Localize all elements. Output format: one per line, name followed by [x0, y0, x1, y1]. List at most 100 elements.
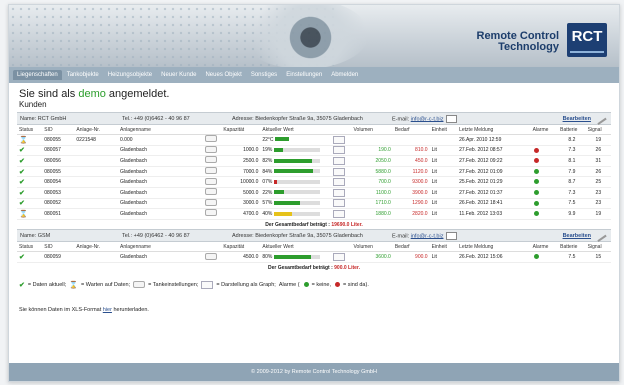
- login-message: Sie sind als demo angemeldet.: [19, 88, 611, 100]
- graph-icon[interactable]: [332, 167, 345, 176]
- kapazitaet-cell: 3000.0: [221, 198, 261, 210]
- column-header: SID: [42, 242, 75, 253]
- edit-link[interactable]: Bearbeiten: [563, 233, 591, 239]
- nav-item[interactable]: Einstellungen: [282, 70, 326, 80]
- table-header: Status SID Anlage-Nr. Anlagenname Kapazität A…: [17, 125, 611, 135]
- total-row: Der Gesamtbedarf beträgt : 19690.0 Liter…: [17, 219, 611, 229]
- graph-icon[interactable]: [332, 156, 345, 165]
- tank-icon[interactable]: [204, 135, 217, 143]
- nav-item[interactable]: Liegenschaften: [13, 70, 62, 80]
- pencil-icon[interactable]: [593, 229, 607, 243]
- header-banner: Remote Control Technology RCT: [9, 5, 619, 67]
- alarm-dot-icon: [533, 168, 539, 174]
- total-row: Der Gesamtbedarf beträgt : 900.0 Liter.: [17, 262, 611, 272]
- total-label: Der Gesamtbedarf beträgt :: [268, 264, 333, 271]
- percent-value: 22%: [262, 189, 273, 196]
- tank-icon[interactable]: [204, 209, 217, 217]
- letzte-meldung-cell: 27.Feb. 2012 08:57: [457, 145, 531, 157]
- brand-line2: Technology: [498, 41, 559, 53]
- tank-icon[interactable]: [204, 167, 217, 175]
- table-row: ✔ 080056 Gladenbach 2500.0 82% 2050.0 45…: [17, 155, 611, 167]
- check-icon: ✔: [19, 157, 25, 165]
- envelope-icon[interactable]: [446, 231, 458, 240]
- total-value: 900.0 Liter.: [334, 264, 360, 271]
- banner-eye-image: [239, 5, 369, 67]
- sid-cell: 080055: [42, 134, 75, 146]
- legend-aktuell: = Daten aktuell;: [27, 281, 67, 288]
- column-header: [330, 242, 352, 253]
- table-row: ✔ 080054 Gladenbach 10000.0 07% 700.0 93…: [17, 176, 611, 188]
- column-header: Signal: [585, 242, 611, 253]
- tank-icon[interactable]: [204, 145, 217, 153]
- tank-settings-cell: [202, 187, 222, 199]
- column-header: SID: [42, 125, 75, 135]
- volumen-cell: [351, 134, 393, 146]
- column-header: Batterie: [558, 125, 586, 135]
- sid-cell: 080051: [42, 208, 75, 220]
- column-header: Bedarf: [392, 242, 430, 253]
- graph-icon[interactable]: [332, 178, 345, 187]
- bedarf-cell: [392, 134, 430, 146]
- alarm-cell: [530, 198, 559, 210]
- kapazitaet-cell: 5000.0: [221, 187, 261, 199]
- table-row: ✔ 080057 Gladenbach 1000.0 19% 190.0 810…: [17, 145, 611, 157]
- graph-icon[interactable]: [332, 146, 345, 155]
- signal-cell: 15: [585, 251, 611, 263]
- anlagenname-cell: Gladenbach: [118, 166, 203, 178]
- legend-alarme: Alarme (: [278, 281, 300, 288]
- signal-cell: 23: [585, 187, 611, 199]
- bedarf-cell: 1120.0: [392, 166, 430, 178]
- pencil-icon[interactable]: [593, 111, 607, 126]
- level-bar: [273, 254, 320, 259]
- email-link[interactable]: info@r-c-t.biz: [411, 233, 444, 239]
- alarm-dot-icon: [533, 147, 539, 153]
- logo-text: RCT: [571, 28, 603, 45]
- tank-icon[interactable]: [204, 198, 217, 206]
- bedarf-cell: 9300.0: [392, 176, 430, 188]
- tank-settings-cell: [202, 208, 222, 220]
- graph-cell: [330, 166, 352, 178]
- legend-sind: = sind da).: [343, 281, 369, 288]
- graph-icon[interactable]: [332, 135, 345, 144]
- column-header: Einheit: [429, 125, 458, 135]
- graph-icon[interactable]: [332, 253, 345, 262]
- tank-icon[interactable]: [204, 177, 217, 185]
- footer: © 2009-2012 by Remote Control Technology…: [9, 363, 619, 381]
- tank-icon[interactable]: [204, 252, 217, 260]
- table-row: ⌛ 080055 0221548 0.000 22°C 26.Apr. 2010…: [17, 134, 611, 146]
- anlagenname-cell: Gladenbach: [118, 187, 203, 199]
- tank-icon[interactable]: [204, 188, 217, 196]
- signal-cell: 31: [585, 155, 611, 167]
- batterie-cell: 7.3: [558, 187, 586, 199]
- volumen-cell: 1100.0: [351, 187, 393, 199]
- email-link[interactable]: info@r-c-t.biz: [411, 116, 444, 122]
- nav-item[interactable]: Neues Objekt: [201, 70, 245, 80]
- letzte-meldung-cell: 11.Feb. 2012 13:03: [457, 208, 531, 220]
- graph-icon[interactable]: [332, 209, 345, 218]
- customer-email: E-mail: info@r-c-t.biz: [392, 114, 458, 123]
- signal-cell: 26: [585, 145, 611, 157]
- sid-cell: 080056: [42, 155, 75, 167]
- tank-icon: [133, 281, 146, 289]
- legend: ✔ = Daten aktuell; ⌛ = Warten auf Daten;…: [19, 280, 611, 289]
- graph-icon[interactable]: [332, 188, 345, 197]
- anlage-nr-cell: [74, 187, 119, 199]
- letzte-meldung-cell: 27.Feb. 2012 01:37: [457, 187, 531, 199]
- download-link[interactable]: hier: [103, 307, 112, 313]
- customer-email: E-mail: info@r-c-t.biz: [392, 231, 458, 240]
- nav-item[interactable]: Sonstiges: [247, 70, 281, 80]
- table-row: ✔ 080055 Gladenbach 7000.0 84% 5880.0 11…: [17, 166, 611, 178]
- total-value: 19690.0 Liter.: [331, 221, 363, 228]
- edit-link[interactable]: Bearbeiten: [563, 116, 591, 122]
- graph-icon[interactable]: [332, 199, 345, 208]
- tank-icon[interactable]: [204, 156, 217, 164]
- status-cell: ✔: [17, 155, 43, 167]
- nav-item[interactable]: Neuer Kunde: [157, 70, 200, 80]
- total-label: Der Gesamtbedarf beträgt :: [265, 221, 330, 228]
- envelope-icon[interactable]: [446, 114, 458, 123]
- nav-item[interactable]: Abmelden: [327, 70, 362, 80]
- nav-item[interactable]: Tankobjekte: [63, 70, 103, 80]
- customer-name: Name: GSM: [20, 232, 51, 239]
- nav-item[interactable]: Heizungsobjekte: [104, 70, 156, 80]
- anlage-nr-cell: [74, 251, 119, 263]
